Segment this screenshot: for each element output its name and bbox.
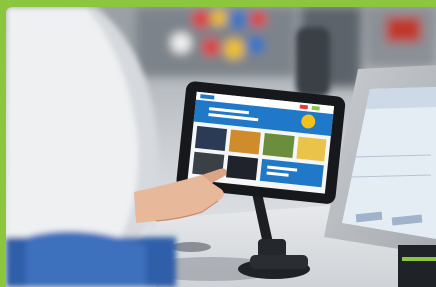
tablet-tile — [262, 133, 295, 159]
tablet-tile — [194, 125, 228, 151]
tablet-tile — [228, 129, 261, 155]
photo-scene — [6, 7, 436, 287]
tablet-tile — [226, 155, 259, 181]
photo — [6, 7, 436, 287]
monitor-indicator — [402, 257, 436, 261]
stand-base-left — [171, 242, 211, 252]
photo-frame — [0, 0, 436, 287]
monitor-base — [398, 245, 436, 287]
background-person — [296, 27, 330, 97]
tablet-tile — [296, 136, 327, 162]
